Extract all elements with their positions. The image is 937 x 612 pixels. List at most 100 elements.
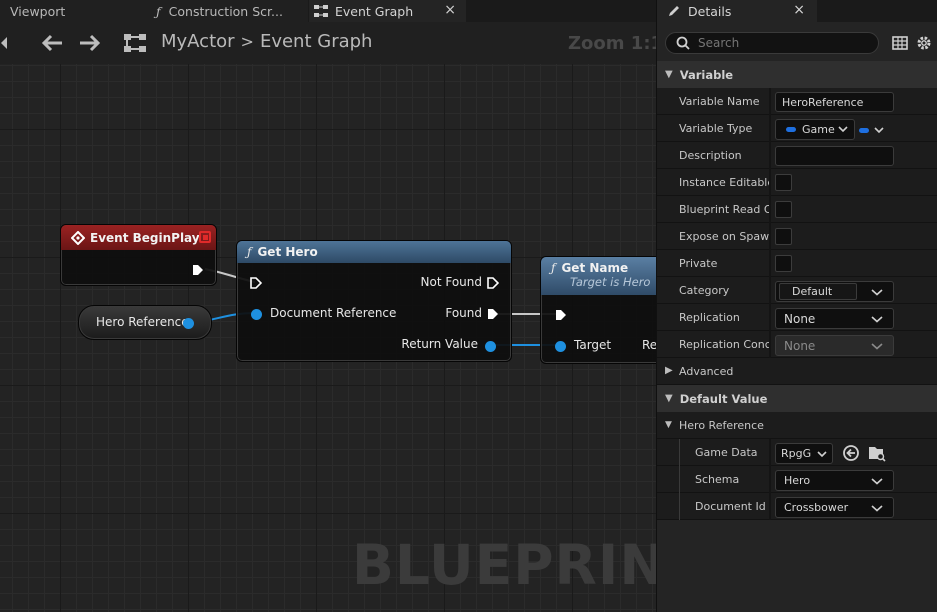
- delegate-pin-icon[interactable]: [199, 231, 211, 243]
- variable-type-dropdown[interactable]: Game: [775, 119, 855, 140]
- breadcrumb-current: Event Graph: [259, 31, 373, 52]
- chevron-down-icon: [871, 478, 883, 485]
- target-in-pin[interactable]: [555, 341, 566, 352]
- schema-dropdown[interactable]: Hero: [775, 470, 894, 491]
- exec-out-pin[interactable]: [192, 264, 204, 276]
- hide-panel-icon[interactable]: [0, 36, 8, 50]
- expose-on-spawn-label: Expose on Spaw: [679, 230, 769, 243]
- details-tab-label: Details: [688, 3, 732, 19]
- container-type-dropdown[interactable]: [859, 120, 893, 140]
- category-dropdown[interactable]: Default: [775, 281, 894, 302]
- variable-type-label: Variable Type: [679, 122, 753, 135]
- column-divider: [769, 439, 771, 466]
- private-checkbox[interactable]: [775, 255, 792, 272]
- tab-viewport[interactable]: Viewport: [0, 0, 150, 22]
- replication-condition-value: None: [784, 338, 816, 353]
- close-tab-icon[interactable]: ×: [444, 2, 456, 18]
- close-tab-icon[interactable]: ×: [793, 2, 805, 18]
- function-icon: ƒ: [247, 245, 252, 259]
- found-pin-label: Found: [445, 306, 482, 320]
- variable-name-field[interactable]: HeroReference: [775, 92, 894, 112]
- tab-event-graph-label: Event Graph: [335, 3, 414, 19]
- blueprint-read-only-checkbox[interactable]: [775, 201, 792, 218]
- row-replication-condition: Replication Conc None: [657, 331, 937, 358]
- row-hero-reference[interactable]: ▼ Hero Reference: [657, 412, 937, 439]
- target-pin-label: Target: [574, 338, 612, 352]
- document-reference-in-pin[interactable]: [251, 309, 262, 320]
- forward-arrow-icon[interactable]: [79, 34, 101, 52]
- tab-construction-script[interactable]: ƒ Construction Scr...: [150, 0, 308, 22]
- tree-guide-line: [679, 466, 680, 493]
- tab-event-graph[interactable]: Event Graph ×: [309, 0, 466, 22]
- replication-value: None: [784, 311, 816, 326]
- advanced-label: Advanced: [679, 365, 734, 378]
- column-divider: [769, 196, 771, 223]
- column-divider: [769, 169, 771, 196]
- section-variable[interactable]: ▼ Variable: [657, 61, 937, 88]
- exec-in-pin[interactable]: [250, 277, 262, 289]
- tab-details[interactable]: Details ×: [657, 0, 817, 22]
- settings-gear-icon[interactable]: [915, 34, 933, 52]
- search-box[interactable]: [665, 32, 879, 54]
- game-data-value: RpgG: [781, 447, 812, 460]
- variable-type-value: Game: [802, 123, 835, 136]
- row-variable-type: Variable Type Game: [657, 115, 937, 142]
- return-value-out-pin[interactable]: [485, 341, 496, 352]
- game-data-dropdown[interactable]: RpgG: [775, 443, 833, 464]
- row-private: Private: [657, 250, 937, 277]
- not-found-exec-pin[interactable]: [487, 277, 499, 289]
- expand-arrow-icon: ▶: [665, 365, 673, 376]
- single-container-icon: [859, 127, 869, 133]
- description-field[interactable]: [775, 146, 894, 166]
- breadcrumb-separator: >: [240, 32, 254, 51]
- get-name-exec-in-pin[interactable]: [555, 309, 567, 321]
- category-label: Category: [679, 284, 730, 297]
- use-selected-asset-icon[interactable]: [842, 444, 860, 462]
- tree-guide-line: [679, 439, 680, 466]
- schema-label: Schema: [695, 473, 740, 486]
- document-id-dropdown[interactable]: Crossbower: [775, 497, 894, 518]
- get-hero-node[interactable]: ƒ Get Hero Document Reference Not Found …: [236, 240, 512, 362]
- graph-canvas[interactable]: Event BeginPlay Hero Reference ƒ Get Her…: [0, 64, 656, 612]
- chevron-down-icon: [871, 343, 883, 350]
- hero-reference-label: Hero Reference: [96, 315, 189, 329]
- instance-editable-checkbox[interactable]: [775, 174, 792, 191]
- replication-condition-dropdown: None: [775, 335, 894, 356]
- get-name-node[interactable]: ƒ Get Name Target is Hero Target Re: [540, 256, 656, 364]
- breadcrumb-root[interactable]: MyActor: [161, 31, 235, 52]
- section-default-value[interactable]: ▼ Default Value: [657, 385, 937, 412]
- pin-type-color-icon: [786, 127, 796, 132]
- browse-folder-icon[interactable]: [868, 444, 886, 462]
- back-arrow-icon[interactable]: [41, 34, 63, 52]
- event-beginplay-title: Event BeginPlay: [90, 230, 200, 245]
- row-category: Category Default: [657, 277, 937, 304]
- event-beginplay-node[interactable]: Event BeginPlay: [60, 224, 217, 286]
- hero-reference-variable-node[interactable]: Hero Reference: [78, 305, 212, 340]
- return-pin-label-clipped: Re: [642, 338, 656, 352]
- private-label: Private: [679, 257, 718, 270]
- collapse-arrow-icon: ▼: [665, 420, 672, 430]
- not-found-pin-label: Not Found: [420, 275, 482, 289]
- tab-construction-label: Construction Scr...: [168, 3, 283, 19]
- table-view-icon[interactable]: [891, 34, 909, 52]
- zoom-level: Zoom 1:1: [568, 33, 664, 54]
- breadcrumb: MyActor > Event Graph: [161, 31, 372, 52]
- graph-header: MyActor > Event Graph: [0, 22, 656, 64]
- replication-dropdown[interactable]: None: [775, 308, 894, 329]
- found-exec-pin[interactable]: [487, 308, 499, 320]
- details-tab-strip: [817, 0, 937, 22]
- function-icon: ƒ: [551, 261, 556, 275]
- get-name-header: ƒ Get Name Target is Hero: [541, 257, 656, 295]
- section-advanced[interactable]: ▶ Advanced: [657, 358, 937, 385]
- column-divider: [769, 304, 771, 331]
- category-value[interactable]: Default: [779, 283, 857, 300]
- chevron-down-icon: [871, 505, 883, 512]
- pencil-icon: [669, 6, 679, 16]
- hero-reference-group-label: Hero Reference: [679, 419, 764, 432]
- collapse-arrow-icon: ▼: [665, 69, 673, 80]
- hero-reference-out-pin[interactable]: [183, 318, 194, 329]
- search-input[interactable]: [698, 36, 858, 50]
- expose-on-spawn-checkbox[interactable]: [775, 228, 792, 245]
- column-divider: [769, 331, 771, 358]
- graph-icon: [314, 5, 328, 17]
